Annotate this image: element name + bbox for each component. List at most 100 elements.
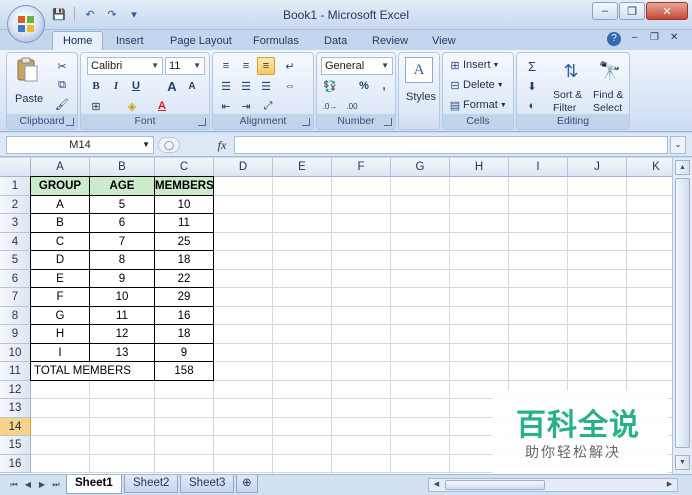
insert-sheet-icon[interactable]: ⊕ — [236, 475, 258, 493]
merge-center-icon[interactable]: ⇔ — [281, 77, 299, 95]
column-header-f[interactable]: F — [332, 158, 391, 177]
align-center-icon[interactable]: ☰ — [237, 77, 255, 95]
format-cells-button[interactable]: ▤ Format ▼ — [447, 98, 507, 112]
scroll-left-icon[interactable]: ◀ — [430, 479, 443, 491]
wrap-text-icon[interactable]: ↵ — [281, 57, 299, 75]
row-header-3[interactable]: 3 — [0, 214, 31, 233]
column-header-d[interactable]: D — [214, 158, 273, 177]
sort-filter-label[interactable]: Sort & — [553, 89, 582, 101]
column-header-c[interactable]: C — [155, 158, 214, 177]
tab-view[interactable]: View — [432, 33, 456, 50]
tab-page-layout[interactable]: Page Layout — [170, 33, 232, 50]
currency-icon[interactable]: 💱 — [321, 77, 339, 95]
increase-decimal-icon[interactable]: .0→ — [321, 97, 339, 115]
row-header-10[interactable]: 10 — [0, 343, 31, 362]
find-select-icon[interactable]: 🔭 — [593, 57, 627, 85]
workbook-restore-icon[interactable]: ❐ — [650, 32, 659, 43]
find-select-label-2[interactable]: Select — [593, 102, 622, 114]
row-header-4[interactable]: 4 — [0, 232, 31, 251]
vertical-scrollbar[interactable]: ▲ ▼ — [672, 158, 692, 474]
tab-home[interactable]: Home — [52, 31, 104, 50]
decrease-decimal-icon[interactable]: .00 — [343, 97, 361, 115]
row-header-12[interactable]: 12 — [0, 380, 31, 399]
prev-sheet-icon[interactable]: ◀ — [22, 479, 34, 491]
row-header-13[interactable]: 13 — [0, 399, 31, 418]
workbook-minimize-icon[interactable]: – — [632, 32, 638, 43]
scroll-right-icon[interactable]: ▶ — [663, 479, 676, 491]
column-header-g[interactable]: G — [391, 158, 450, 177]
horizontal-scrollbar[interactable]: ◀ ▶ — [428, 478, 678, 492]
grow-font-icon[interactable]: A — [163, 77, 181, 95]
expand-formula-bar-icon[interactable]: ⌄ — [670, 136, 686, 154]
first-sheet-icon[interactable]: ⏮ — [8, 479, 20, 491]
font-name-dropdown[interactable]: Calibri ▼ — [87, 57, 163, 75]
fill-icon[interactable]: ⬇ — [523, 77, 541, 95]
format-painter-icon[interactable]: 🖌 — [53, 95, 71, 113]
clipboard-launcher-icon[interactable] — [66, 118, 74, 126]
help-icon[interactable]: ? — [607, 32, 621, 46]
row-header-15[interactable]: 15 — [0, 436, 31, 455]
find-select-label[interactable]: Find & — [593, 89, 623, 101]
copy-icon[interactable]: ⧉ — [53, 76, 71, 94]
horizontal-scroll-thumb[interactable] — [445, 480, 545, 490]
scroll-down-icon[interactable]: ▼ — [675, 455, 690, 470]
bold-button[interactable]: B — [87, 77, 105, 95]
row-header-16[interactable]: 16 — [0, 454, 31, 473]
number-launcher-icon[interactable] — [384, 118, 392, 126]
increase-indent-icon[interactable]: ⇥ — [237, 97, 255, 115]
workbook-close-icon[interactable]: ✕ — [670, 32, 678, 43]
paste-button[interactable] — [13, 57, 41, 93]
clear-icon[interactable]: ◐ — [523, 97, 541, 115]
vertical-scroll-thumb[interactable] — [675, 178, 690, 448]
tab-review[interactable]: Review — [372, 33, 408, 50]
font-size-dropdown[interactable]: 11 ▼ — [165, 57, 205, 75]
align-top-icon[interactable]: ≡ — [217, 57, 235, 75]
column-header-j[interactable]: J — [568, 158, 627, 177]
row-header-2[interactable]: 2 — [0, 195, 31, 214]
autosum-icon[interactable]: Σ — [523, 57, 541, 75]
row-header-9[interactable]: 9 — [0, 325, 31, 344]
borders-icon[interactable]: ⊞ — [87, 97, 105, 115]
number-format-dropdown[interactable]: General ▼ — [321, 57, 393, 75]
percent-button[interactable]: % — [355, 77, 373, 95]
underline-button[interactable]: U — [127, 77, 145, 95]
italic-button[interactable]: I — [107, 77, 125, 95]
tab-data[interactable]: Data — [324, 33, 347, 50]
next-sheet-icon[interactable]: ▶ — [36, 479, 48, 491]
row-header-1[interactable]: 1 — [0, 177, 31, 196]
align-bottom-icon[interactable]: ≡ — [257, 57, 275, 75]
row-header-5[interactable]: 5 — [0, 251, 31, 270]
row-header-8[interactable]: 8 — [0, 306, 31, 325]
align-middle-icon[interactable]: ≡ — [237, 57, 255, 75]
last-sheet-icon[interactable]: ⏭ — [50, 479, 62, 491]
row-header-6[interactable]: 6 — [0, 269, 31, 288]
sheet-tab-sheet3[interactable]: Sheet3 — [180, 475, 235, 493]
minimize-button[interactable]: – — [592, 2, 618, 20]
align-right-icon[interactable]: ☰ — [257, 77, 275, 95]
column-header-i[interactable]: I — [509, 158, 568, 177]
styles-button[interactable]: A — [405, 57, 433, 83]
sort-filter-icon[interactable]: ⇅ — [553, 57, 589, 85]
formula-input[interactable] — [234, 136, 668, 154]
align-left-icon[interactable]: ☰ — [217, 77, 235, 95]
column-header-k[interactable]: K — [627, 158, 672, 177]
insert-cells-button[interactable]: ⊞ Insert ▼ — [447, 58, 499, 72]
row-header-14[interactable]: 14 — [0, 417, 31, 436]
row-header-7[interactable]: 7 — [0, 288, 31, 307]
column-header-h[interactable]: H — [450, 158, 509, 177]
shrink-font-icon[interactable]: A — [183, 77, 201, 95]
row-header-11[interactable]: 11 — [0, 362, 31, 381]
tab-formulas[interactable]: Formulas — [253, 33, 299, 50]
insert-function-button[interactable]: fx — [212, 136, 232, 154]
orientation-icon[interactable]: ⤢ — [259, 97, 277, 115]
scroll-up-icon[interactable]: ▲ — [675, 160, 690, 175]
font-launcher-icon[interactable] — [198, 118, 206, 126]
column-header-b[interactable]: B — [90, 158, 155, 177]
sheet-tab-sheet1[interactable]: Sheet1 — [66, 475, 122, 494]
delete-cells-button[interactable]: ⊟ Delete ▼ — [447, 78, 503, 92]
fill-color-icon[interactable]: ◈ — [123, 97, 141, 115]
sort-filter-label-2[interactable]: Filter — [553, 102, 576, 114]
select-all-corner[interactable] — [0, 158, 31, 177]
column-header-a[interactable]: A — [31, 158, 90, 177]
restore-button[interactable]: ❐ — [619, 2, 645, 20]
